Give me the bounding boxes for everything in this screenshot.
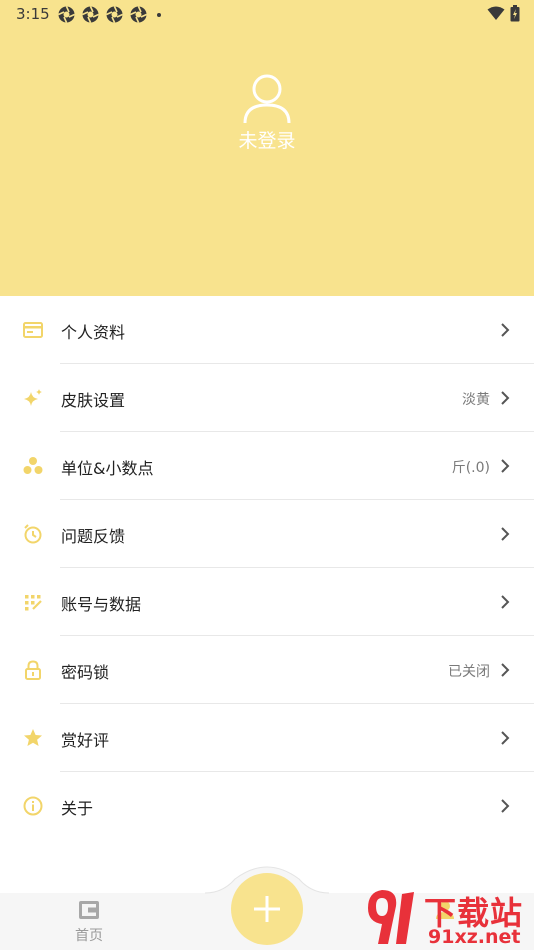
nav-home[interactable]: 首页 [64,898,114,948]
menu-item-feedback[interactable]: 问题反馈 [0,500,534,568]
login-status-text[interactable]: 未登录 [0,126,534,153]
info-icon [23,796,43,816]
system-icons [487,5,520,22]
add-record-button[interactable] [231,873,303,945]
lock-icon [25,660,41,680]
menu-label: 单位&小数点 [61,459,154,478]
menu-item-account-data[interactable]: 账号与数据 [0,568,534,636]
star-icon [24,729,42,746]
notification-icon [106,6,123,23]
menu-item-skin[interactable]: 皮肤设置 淡黄 [0,364,534,432]
chevron-right-icon [501,799,510,813]
menu-label: 关于 [61,799,94,818]
menu-label: 密码锁 [61,663,110,682]
settings-menu: 个人资料 皮肤设置 淡黄 单位&小数点 斤(.0) 问题反馈 账号与数据 密码锁… [0,296,534,840]
notification-icon [58,6,75,23]
notification-icons [58,6,161,23]
data-grid-icon [25,595,42,611]
menu-item-profile[interactable]: 个人资料 [0,296,534,364]
notification-icon [130,6,147,23]
menu-item-rate[interactable]: 赏好评 [0,704,534,772]
menu-item-unit[interactable]: 单位&小数点 斤(.0) [0,432,534,500]
menu-value: 斤(.0) [451,460,490,476]
wallet-icon [79,901,99,919]
menu-label: 个人资料 [61,323,126,342]
sparkle-icon [24,389,42,406]
feedback-icon [24,524,42,544]
chevron-right-icon [501,663,510,677]
id-card-icon [23,322,43,338]
profile-screen: 3:15 未登录 个人资料 皮肤设置 淡黄 单位&小数点 斤(.0) 问题反馈 … [0,0,534,950]
notification-icon [82,6,99,23]
menu-label: 赏好评 [61,731,110,750]
chevron-right-icon [501,527,510,541]
dots-icon [23,457,43,474]
status-bar: 3:15 [0,0,534,28]
avatar-icon[interactable] [242,72,292,124]
watermark-url: 91xz.net [428,926,521,948]
plus-icon [254,896,280,922]
chevron-right-icon [501,595,510,609]
wifi-icon [487,6,505,20]
chevron-right-icon [501,731,510,745]
more-notifications-dot [157,12,161,17]
menu-label: 皮肤设置 [61,391,126,410]
menu-label: 问题反馈 [61,527,126,546]
menu-value: 淡黄 [462,392,490,408]
chevron-right-icon [501,391,510,405]
menu-item-about[interactable]: 关于 [0,772,534,840]
menu-label: 账号与数据 [61,595,142,614]
nav-home-label: 首页 [75,928,103,944]
menu-value: 已关闭 [448,664,490,680]
status-time: 3:15 [16,5,50,23]
battery-icon [510,5,520,22]
chevron-right-icon [501,323,510,337]
chevron-right-icon [501,459,510,473]
profile-header: 3:15 未登录 [0,0,534,296]
watermark: 下载站 91xz.net [362,884,534,950]
watermark-logo-icon [368,890,414,944]
menu-item-password-lock[interactable]: 密码锁 已关闭 [0,636,534,704]
